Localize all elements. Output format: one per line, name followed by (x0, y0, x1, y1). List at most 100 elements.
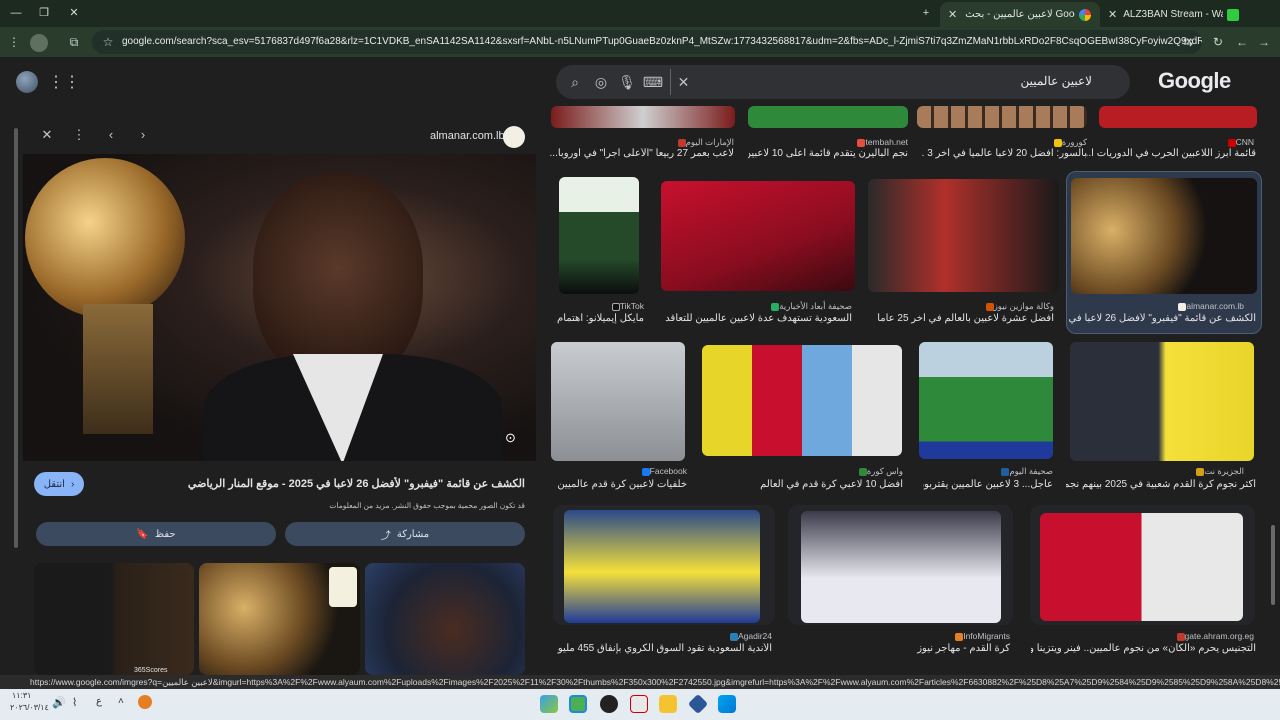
search-icon[interactable]: ⌕ (562, 69, 588, 95)
related-image[interactable]: 365Scores (34, 563, 194, 675)
lens-icon[interactable]: ◎ (588, 69, 614, 95)
result-image[interactable] (801, 511, 1001, 623)
related-image[interactable] (199, 563, 360, 675)
result-image[interactable] (564, 510, 760, 623)
result-image[interactable] (919, 342, 1053, 459)
visit-button[interactable]: انتقل › (34, 472, 84, 496)
volume-icon[interactable]: 🔊 (52, 696, 66, 709)
result-source[interactable]: الإمارات اليوم (675, 137, 734, 148)
clock-date[interactable]: ٢٠٢٦/٠٣/١٤ (10, 703, 49, 712)
pdf-taskbar-icon[interactable] (630, 695, 648, 713)
result-source[interactable]: gate.ahram.org.eg (1174, 631, 1254, 641)
result-title[interactable]: قائمة أبرز اللاعبين الحرب في الدوريات ا.… (1086, 148, 1256, 159)
search-box[interactable]: ⌕ ◎ 🎙 ⌨ ✕ لاعبين عالميين (556, 65, 1130, 99)
result-title[interactable]: الأندية السعودية تقود السوق الكروي بإنفا… (557, 643, 772, 654)
result-image[interactable] (1070, 342, 1254, 461)
result-title[interactable]: أفضل 10 لاعبي كرة قدم في العالم (713, 479, 903, 490)
result-image[interactable] (559, 177, 639, 294)
result-source[interactable]: tembah.net (854, 137, 908, 147)
result-title[interactable]: التجنيس يحرم «الكان» من نجوم عالميين.. ف… (1031, 643, 1256, 654)
result-source[interactable]: صحيفة اليوم (998, 466, 1053, 477)
extensions-icon[interactable]: ⧉ (66, 34, 82, 50)
result-source[interactable]: InfoMigrants (952, 631, 1010, 641)
result-title[interactable]: أكثر نجوم كرة القدم شعبية في 2025 بينهم … (1066, 479, 1256, 490)
result-source[interactable]: صحيفة أبعاد الأخبارية (768, 301, 852, 312)
next-icon[interactable]: › (134, 126, 152, 144)
tune-icon[interactable]: ⇆ (1180, 34, 1196, 50)
result-image[interactable] (1099, 106, 1257, 128)
clear-icon[interactable]: ✕ (670, 69, 696, 95)
language-icon[interactable]: ع (96, 696, 102, 707)
apps-grid-icon[interactable]: ⋮⋮ (48, 72, 80, 92)
previous-icon[interactable]: ‹ (102, 126, 120, 144)
clock-time[interactable]: ١١:٣١ (12, 691, 31, 700)
result-title[interactable]: خلفيات لاعبين كرة قدم عالميين (552, 479, 687, 490)
related-image[interactable] (365, 563, 525, 675)
google-logo[interactable]: Google (1158, 68, 1231, 94)
result-source[interactable]: واس كورة (856, 466, 903, 477)
taskbar-app-icon[interactable] (687, 693, 709, 715)
result-title[interactable]: كرة القدم - مهاجر نيوز (810, 643, 1010, 654)
close-preview-icon[interactable]: ✕ (38, 126, 56, 144)
chrome-taskbar-icon[interactable] (569, 695, 587, 713)
profile-avatar[interactable] (30, 34, 48, 52)
panel-scrollbar[interactable] (14, 128, 18, 548)
reload-icon[interactable]: ↻ (1210, 34, 1226, 50)
lens-search-icon[interactable]: ⊙ (505, 430, 516, 446)
result-title[interactable]: مايكل إيميلانو: اهتمام ع... (554, 313, 644, 324)
copyright-note[interactable]: قد تكون الصور محمية بموجب حقوق النشر. مز… (100, 501, 525, 510)
results-scrollbar[interactable] (1271, 525, 1275, 605)
result-image[interactable] (917, 106, 1087, 128)
share-button[interactable]: ⤴ مشاركة (285, 522, 525, 546)
address-bar[interactable]: ☆ google.com/search?sca_esv=5176837d497f… (92, 30, 1202, 54)
account-avatar[interactable] (16, 71, 38, 93)
result-source[interactable]: Agadir24 (727, 631, 772, 641)
save-button[interactable]: 🔖 حفظ (36, 522, 276, 546)
back-icon[interactable]: ← (1234, 34, 1250, 50)
result-source[interactable]: وكالة موازين نيوز (983, 301, 1054, 312)
result-title[interactable]: الكشف عن قائمة "فيفبرو" لأفضل 26 لاعبا ف… (1066, 313, 1256, 324)
result-title[interactable]: أفضل عشرة لاعبين بالعالم في آخر 25 عاماً (864, 313, 1054, 324)
result-source[interactable]: TikTok (609, 301, 644, 311)
result-source[interactable]: Facebook (639, 466, 687, 476)
preview-source[interactable]: almanar.com.lb (430, 130, 505, 142)
result-title[interactable]: عاجل... 3 لاعبين عالميين يقتربون... (923, 479, 1053, 490)
chevron-up-icon[interactable]: ˄ (118, 696, 124, 707)
taskbar-app-icon[interactable] (600, 695, 618, 713)
result-title[interactable]: السعودية تستهدف عدة لاعبين عالميين للتعا… (662, 313, 852, 324)
menu-dots-icon[interactable]: ⋮ (6, 34, 22, 50)
result-source[interactable]: كورورة (1051, 137, 1087, 148)
result-image[interactable] (551, 106, 735, 128)
result-source[interactable]: CNN (1225, 137, 1254, 147)
bookmark-star-icon[interactable]: ☆ (100, 34, 116, 50)
tray-app-icon[interactable] (138, 695, 152, 709)
result-source[interactable]: almanar.com.lb (1175, 301, 1244, 311)
result-title[interactable]: نجم الباليرن يتقدم قائمة أعلى 10 لاعبين.… (748, 148, 908, 159)
close-tab-icon[interactable]: ✕ (948, 7, 957, 23)
forward-icon[interactable]: → (1256, 34, 1272, 50)
close-tab-icon[interactable]: ✕ (1108, 7, 1117, 23)
result-image[interactable] (868, 179, 1059, 292)
new-tab-icon[interactable]: + (918, 5, 934, 21)
result-image[interactable] (702, 345, 902, 456)
result-image[interactable] (551, 342, 685, 461)
tab-alz3ban[interactable]: ✕ ALZ3BAN Stream - Watch Live Stream... (1100, 2, 1260, 27)
result-image[interactable] (661, 181, 855, 291)
network-icon[interactable]: ⌇ (72, 696, 77, 709)
result-image[interactable] (748, 106, 908, 128)
more-options-icon[interactable]: ⋮ (70, 126, 88, 144)
taskbar-app-icon[interactable] (540, 695, 558, 713)
result-image[interactable] (1040, 513, 1243, 621)
preview-title[interactable]: الكشف عن قائمة "فيفبرو" لأفضل 26 لاعبا ف… (100, 477, 525, 490)
result-image[interactable] (1071, 178, 1257, 294)
result-source[interactable]: الجزيرة نت (1193, 466, 1244, 477)
mic-icon[interactable]: 🎙 (614, 69, 640, 95)
keyboard-icon[interactable]: ⌨ (640, 69, 666, 95)
restore-icon[interactable]: ❐ (36, 5, 52, 21)
windows-start-icon[interactable] (718, 695, 736, 713)
file-explorer-icon[interactable] (659, 695, 677, 713)
result-title[interactable]: بالسور: أفضل 20 لاعبا عالميا في آخر 3 ..… (922, 148, 1087, 159)
preview-image[interactable]: ⊙ (23, 154, 536, 461)
close-window-icon[interactable]: ✕ (66, 5, 82, 21)
result-title[interactable]: لاعب بعمر 27 ربيعاً "الأعلى أجراً" في أو… (549, 148, 734, 159)
